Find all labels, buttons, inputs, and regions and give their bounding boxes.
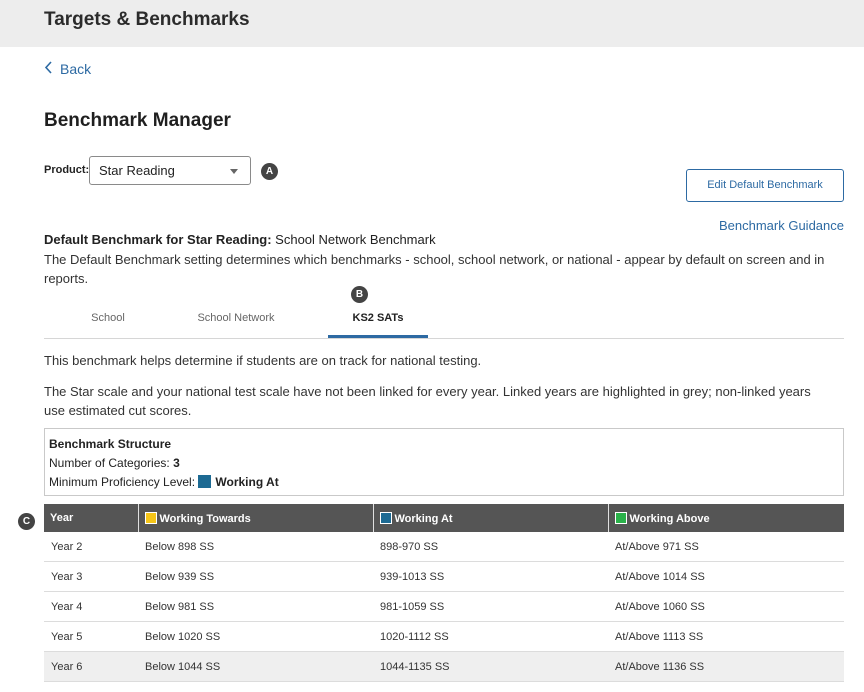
product-select[interactable]: Star Reading	[89, 156, 251, 185]
page-title: Benchmark Manager	[44, 110, 231, 131]
tab-school[interactable]: School	[44, 306, 172, 338]
benchmark-table: Year Working Towards Working At Working …	[44, 504, 844, 682]
cell-above: At/Above 971 SS	[608, 532, 844, 562]
cell-towards: Below 898 SS	[138, 532, 373, 562]
cell-year: Year 4	[44, 591, 138, 622]
back-link[interactable]: Back	[44, 61, 91, 77]
table-row: Year 4 Below 981 SS 981-1059 SS At/Above…	[44, 591, 844, 622]
cell-above: At/Above 1136 SS	[608, 651, 844, 682]
cell-towards: Below 939 SS	[138, 561, 373, 592]
info-line-1: This benchmark helps determine if studen…	[44, 353, 482, 368]
cell-above: At/Above 1014 SS	[608, 561, 844, 592]
cell-towards: Below 1020 SS	[138, 621, 373, 652]
cell-above: At/Above 1060 SS	[608, 591, 844, 622]
default-benchmark-description: The Default Benchmark setting determines…	[44, 252, 825, 286]
callout-a-badge: A	[261, 163, 278, 180]
top-bar: Targets & Benchmarks	[0, 0, 864, 47]
edit-default-benchmark-button[interactable]: Edit Default Benchmark	[686, 169, 844, 202]
cell-at: 981-1059 SS	[373, 591, 608, 622]
categories-label: Number of Categories:	[49, 456, 170, 470]
chevron-left-icon	[44, 61, 53, 77]
cell-year: Year 5	[44, 621, 138, 652]
info-line-2: The Star scale and your national test sc…	[44, 384, 811, 418]
default-benchmark-value: School Network Benchmark	[275, 232, 436, 247]
cell-at: 1044-1135 SS	[373, 651, 608, 682]
caret-down-icon	[230, 169, 238, 174]
cell-year: Year 2	[44, 532, 138, 562]
cell-year: Year 6	[44, 651, 138, 682]
table-row: Year 3 Below 939 SS 939-1013 SS At/Above…	[44, 561, 844, 592]
benchmark-tabs: School School Network KS2 SATs	[44, 306, 844, 339]
cell-towards: Below 981 SS	[138, 591, 373, 622]
app-title: Targets & Benchmarks	[44, 9, 250, 30]
callout-b-badge: B	[351, 286, 368, 303]
cell-at: 939-1013 SS	[373, 561, 608, 592]
back-label: Back	[60, 61, 92, 77]
cell-above: At/Above 1113 SS	[608, 621, 844, 652]
callout-c-badge: C	[18, 513, 35, 530]
product-selected-value: Star Reading	[99, 163, 175, 178]
header-year: Year	[44, 504, 138, 532]
cell-year: Year 3	[44, 561, 138, 592]
cell-at: 898-970 SS	[373, 532, 608, 562]
default-benchmark-label: Default Benchmark for Star Reading:	[44, 232, 272, 247]
header-working-above: Working Above	[607, 504, 844, 532]
working-at-swatch-icon	[379, 511, 392, 524]
benchmark-guidance-link[interactable]: Benchmark Guidance	[719, 218, 844, 233]
min-proficiency-label: Minimum Proficiency Level:	[49, 475, 196, 489]
header-working-at: Working At	[372, 504, 608, 532]
working-at-swatch-icon	[198, 475, 212, 488]
tab-ks2-sats[interactable]: KS2 SATs	[328, 306, 428, 338]
product-label: Product:	[44, 164, 90, 176]
default-benchmark-line: Default Benchmark for Star Reading: Scho…	[44, 232, 436, 247]
tab-school-network[interactable]: School Network	[172, 306, 300, 338]
working-above-swatch-icon	[614, 511, 627, 524]
table-row: Year 5 Below 1020 SS 1020-1112 SS At/Abo…	[44, 621, 844, 652]
min-proficiency-value: Working At	[215, 475, 279, 489]
benchmark-structure-box: Benchmark Structure Number of Categories…	[44, 428, 844, 496]
header-working-towards: Working Towards	[137, 504, 373, 532]
categories-value: 3	[173, 456, 180, 470]
categories-row: Number of Categories: 3	[49, 454, 839, 473]
table-row: Year 6 Below 1044 SS 1044-1135 SS At/Abo…	[44, 651, 844, 682]
working-towards-swatch-icon	[144, 511, 157, 524]
cell-at: 1020-1112 SS	[373, 621, 608, 652]
table-row: Year 2 Below 898 SS 898-970 SS At/Above …	[44, 532, 844, 562]
cell-towards: Below 1044 SS	[138, 651, 373, 682]
min-proficiency-row: Minimum Proficiency Level: Working At	[49, 473, 839, 492]
table-header-row: Year Working Towards Working At Working …	[44, 504, 844, 532]
structure-heading: Benchmark Structure	[49, 437, 172, 451]
